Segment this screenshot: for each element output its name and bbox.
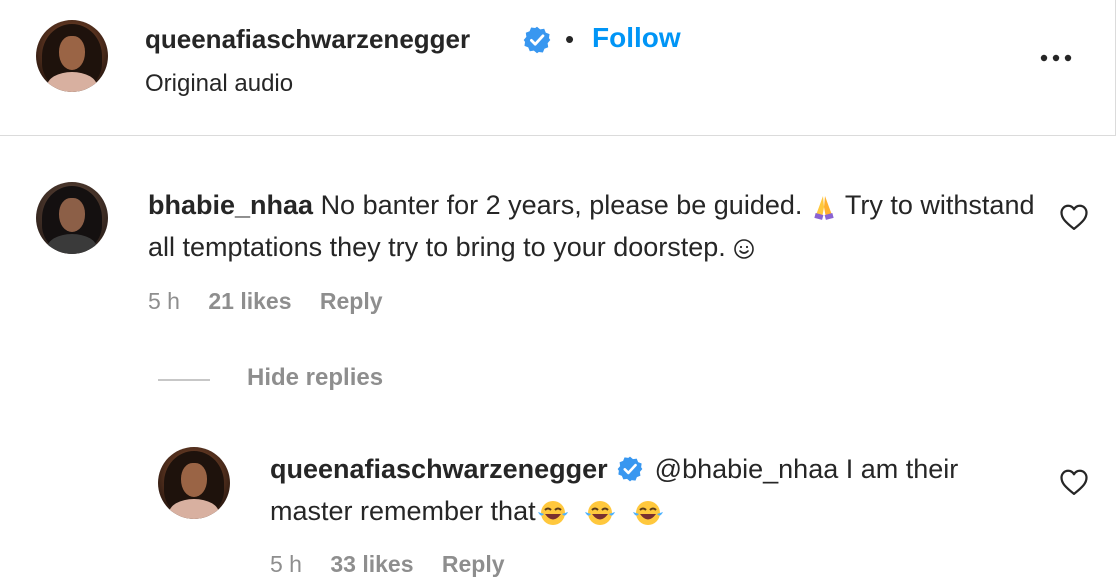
avatar[interactable] xyxy=(36,20,108,92)
comment-likes[interactable]: 21 likes xyxy=(208,288,291,314)
avatar[interactable] xyxy=(158,447,230,519)
like-heart-icon[interactable] xyxy=(1059,468,1089,496)
folded-hands-emoji-icon xyxy=(814,195,834,220)
comment-meta: 5 h 21 likes Reply xyxy=(148,288,405,315)
audio-label[interactable]: Original audio xyxy=(145,70,293,98)
reply-time[interactable]: 5 h xyxy=(270,551,302,577)
reply-likes[interactable]: 33 likes xyxy=(330,551,413,577)
follow-button[interactable]: Follow xyxy=(592,22,681,54)
separator-dot: • xyxy=(565,24,575,54)
more-horizontal-icon[interactable] xyxy=(1036,50,1076,66)
verified-badge-icon xyxy=(523,26,551,54)
laughing-tears-emoji-icon xyxy=(537,500,568,525)
verified-badge-icon xyxy=(617,456,643,482)
reply-mention[interactable]: @bhabie_nhaa xyxy=(655,454,839,484)
comment-time[interactable]: 5 h xyxy=(148,288,180,314)
comment-body: bhabie_nhaa No banter for 2 years, pleas… xyxy=(148,184,1038,268)
reply-body: queenafiaschwarzenegger @bhabie_nhaa I a… xyxy=(270,448,1000,532)
reply-username[interactable]: queenafiaschwarzenegger xyxy=(270,454,608,484)
comment-username[interactable]: bhabie_nhaa xyxy=(148,190,313,220)
like-heart-icon[interactable] xyxy=(1059,203,1089,231)
reply-meta: 5 h 33 likes Reply xyxy=(270,551,527,578)
laughing-tears-emoji-icon xyxy=(585,500,616,525)
avatar[interactable] xyxy=(36,182,108,254)
smiling-face-icon xyxy=(734,239,755,259)
post-header: queenafiaschwarzenegger • Follow Origina… xyxy=(0,0,1116,136)
post-author-username[interactable]: queenafiaschwarzenegger xyxy=(145,24,470,55)
hide-replies-button[interactable]: Hide replies xyxy=(247,364,383,392)
comment-text: No banter for 2 years, please be guided. xyxy=(320,190,803,220)
comment-reply-button[interactable]: Reply xyxy=(320,288,383,314)
hide-replies-line xyxy=(158,379,210,381)
reply-reply-button[interactable]: Reply xyxy=(442,551,505,577)
laughing-tears-emoji-icon xyxy=(632,500,663,525)
